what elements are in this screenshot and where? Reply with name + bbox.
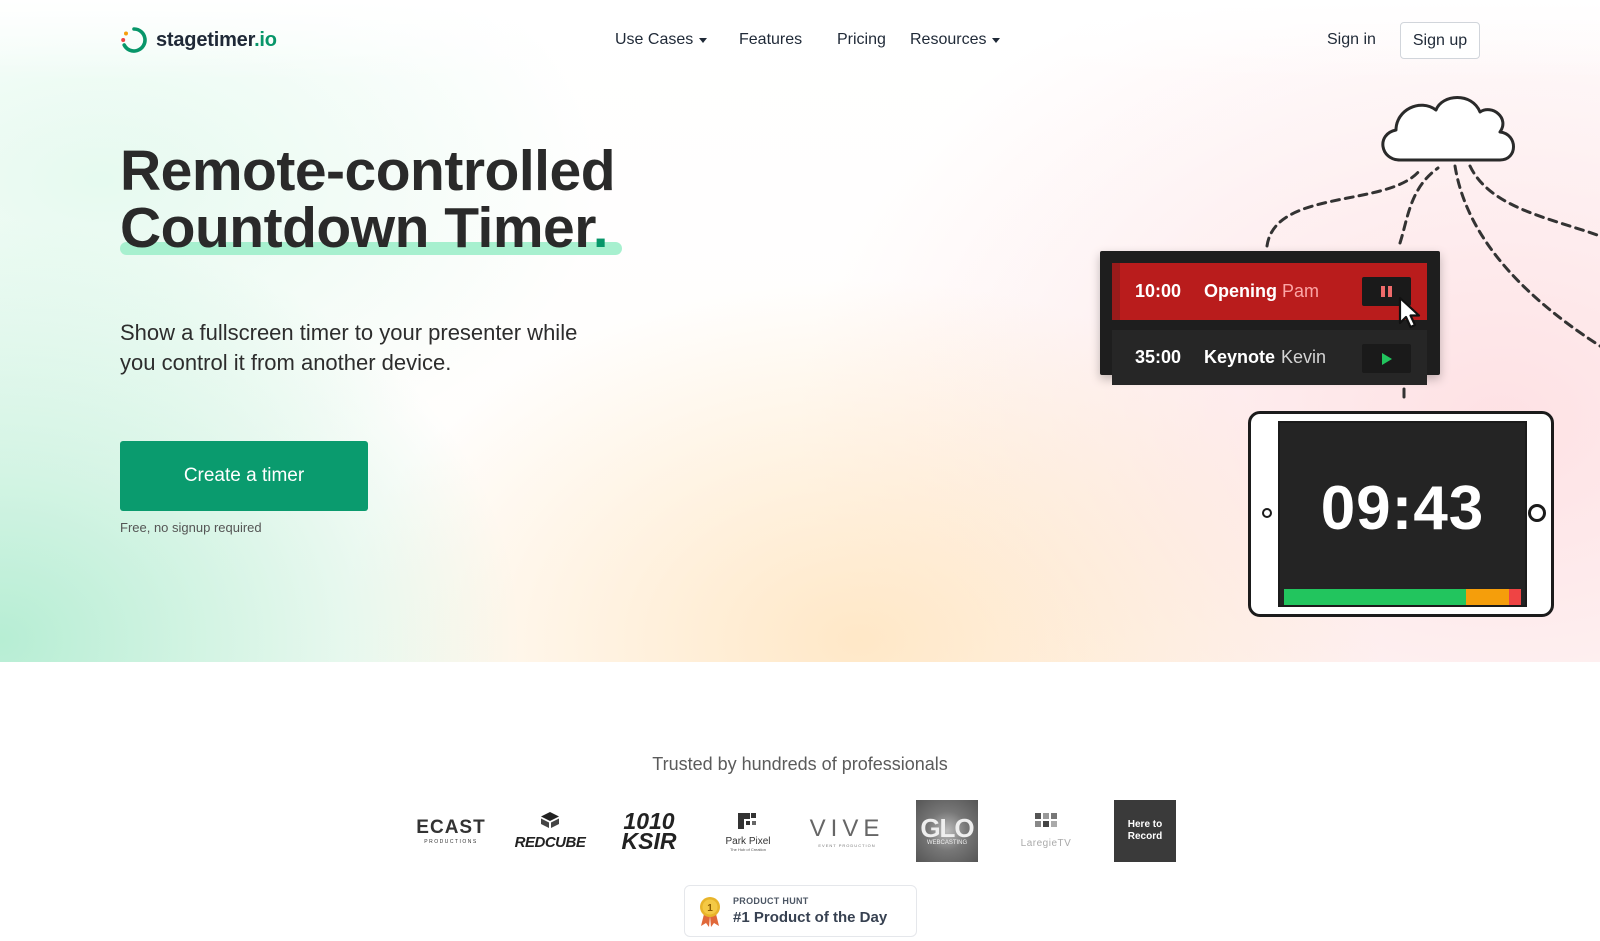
timer-speaker: Kevin (1281, 347, 1327, 367)
timer-row-keynote[interactable]: 35:00 Keynote Kevin (1112, 330, 1427, 385)
progress-segment (1465, 589, 1510, 605)
laregie-grid-icon (1034, 813, 1057, 827)
top-nav: stagetimer.io Use Cases Features Pricing… (0, 0, 1600, 82)
cta-note: Free, no signup required (120, 520, 262, 535)
fullscreen-timer-display: 09:43 (1278, 421, 1527, 607)
play-button[interactable] (1362, 344, 1411, 373)
timer-row-opening[interactable]: 10:00 Opening Pam (1112, 263, 1427, 320)
countdown-clock: 09:43 (1280, 473, 1525, 544)
nav-features-label: Features (739, 31, 803, 48)
stagetimer-logo-icon (121, 27, 147, 53)
cube-icon (541, 812, 559, 828)
customer-logos: ECAST PRODUCTIONS REDCUBE 1010 KSIR Park… (416, 800, 1180, 862)
home-button-icon (1528, 504, 1546, 522)
nav-use-cases[interactable]: Use Cases (615, 31, 739, 49)
hero-subheadline: Show a fullscreen timer to your presente… (120, 320, 578, 375)
nav-features[interactable]: Features (739, 31, 837, 49)
create-timer-button[interactable]: Create a timer (120, 441, 368, 511)
red-cube-logo: REDCUBE (515, 800, 586, 862)
progress-segment (1509, 589, 1521, 605)
vive-logo: VIVE EVENT PRODUCTION (809, 814, 885, 848)
timer-duration: 35:00 (1135, 347, 1182, 367)
nav-links: Use Cases Features Pricing Resources (615, 31, 1001, 49)
clock-seconds: 43 (1413, 474, 1485, 543)
logo[interactable]: stagetimer.io (120, 26, 277, 54)
timer-progress-bar (1284, 589, 1521, 605)
ecast-logo: ECAST PRODUCTIONS (416, 817, 486, 845)
svg-text:1: 1 (707, 903, 713, 914)
chevron-down-icon (699, 38, 708, 43)
timer-control-panel: 10:00 Opening Pam 35:00 Keynote Kevin (1100, 251, 1440, 385)
clock-minutes: 09 (1320, 474, 1392, 543)
progress-segment (1284, 589, 1466, 605)
nav-resources[interactable]: Resources (910, 31, 1001, 49)
nav-resources-label: Resources (910, 31, 987, 48)
headline-line-2: Countdown Timer. (120, 200, 623, 257)
nav-pricing[interactable]: Pricing (837, 31, 910, 49)
here-to-record-logo: Here to Record (1114, 800, 1176, 862)
park-pixel-icon (737, 812, 756, 829)
timer-title: Keynote (1204, 347, 1276, 367)
product-hunt-kicker: PRODUCT HUNT (733, 896, 809, 906)
timer-duration: 10:00 (1135, 281, 1182, 301)
mouse-cursor-icon (1398, 296, 1421, 329)
clock-separator: : (1391, 474, 1414, 543)
hero-illustration: 10:00 Opening Pam 35:00 Keynote Kevin 09… (1090, 88, 1600, 628)
sign-up-button[interactable]: Sign up (1400, 22, 1480, 59)
glo-webcasting-logo: GLO WEBCASTING (916, 800, 978, 862)
laregie-tv-logo: LaregieTV (1015, 800, 1077, 862)
cloud-icon (1381, 96, 1515, 162)
headline-dot: . (592, 196, 609, 260)
camera-icon (1262, 508, 1272, 518)
medal-icon: 1 (700, 897, 720, 927)
park-pixel-logo: Park Pixel The Hub of Creation (717, 800, 779, 862)
chevron-down-icon (992, 38, 1001, 43)
product-hunt-badge[interactable]: 1 PRODUCT HUNT #1 Product of the Day (684, 885, 917, 937)
active-stripe (1112, 263, 1120, 320)
tablet-device: 09:43 (1248, 411, 1554, 617)
play-icon (1381, 352, 1392, 365)
sign-in-link[interactable]: Sign in (1327, 31, 1376, 49)
headline-line-1: Remote-controlled (120, 139, 616, 203)
nav-pricing-label: Pricing (837, 31, 886, 48)
trusted-heading: Trusted by hundreds of professionals (652, 754, 948, 774)
timer-speaker: Pam (1282, 281, 1320, 301)
headline-line-2-text: Countdown Timer (120, 196, 593, 260)
product-hunt-title: #1 Product of the Day (733, 909, 888, 926)
1010-ksir-logo: 1010 KSIR (621, 808, 677, 854)
logo-text: stagetimer.io (156, 28, 277, 51)
nav-use-cases-label: Use Cases (615, 31, 694, 48)
hero-headline: Remote-controlled Countdown Timer. (120, 139, 623, 257)
timer-title: Opening (1204, 281, 1277, 301)
